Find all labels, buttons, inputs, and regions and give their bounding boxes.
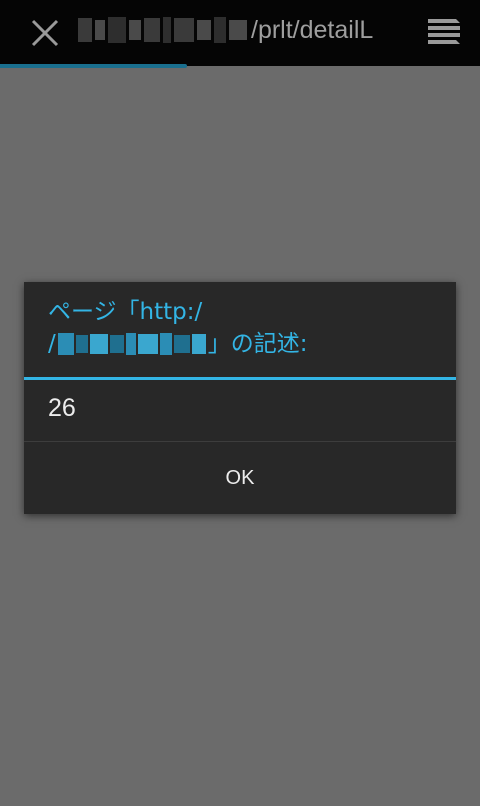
- url-text: /prlt/detailL: [251, 15, 374, 44]
- tabs-menu-button[interactable]: [418, 8, 470, 54]
- dialog-title-line1: ページ「http:/: [48, 299, 203, 325]
- browser-toolbar: /prlt/detailL: [0, 0, 480, 66]
- title-url-redacted: [57, 333, 206, 355]
- address-bar[interactable]: /prlt/detailL: [78, 0, 408, 60]
- title-divider: [24, 377, 456, 380]
- dialog-title-line2: / 」の記述:: [48, 328, 448, 360]
- progress-fill: [0, 64, 188, 68]
- url-redacted: [78, 17, 247, 43]
- javascript-alert-dialog: ページ「http:/ / 」の記述: 26 OK: [24, 282, 456, 514]
- dialog-title-suffix: 」の記述:: [207, 331, 308, 357]
- tabs-menu-icon: [428, 19, 460, 44]
- dialog-title-slash: /: [48, 331, 56, 357]
- ok-button[interactable]: OK: [24, 442, 456, 514]
- page-load-progress: [0, 64, 480, 68]
- dialog-title: ページ「http:/ / 」の記述:: [48, 296, 448, 360]
- close-icon: [31, 19, 59, 47]
- close-button[interactable]: [22, 10, 68, 56]
- dialog-message: 26: [48, 394, 76, 422]
